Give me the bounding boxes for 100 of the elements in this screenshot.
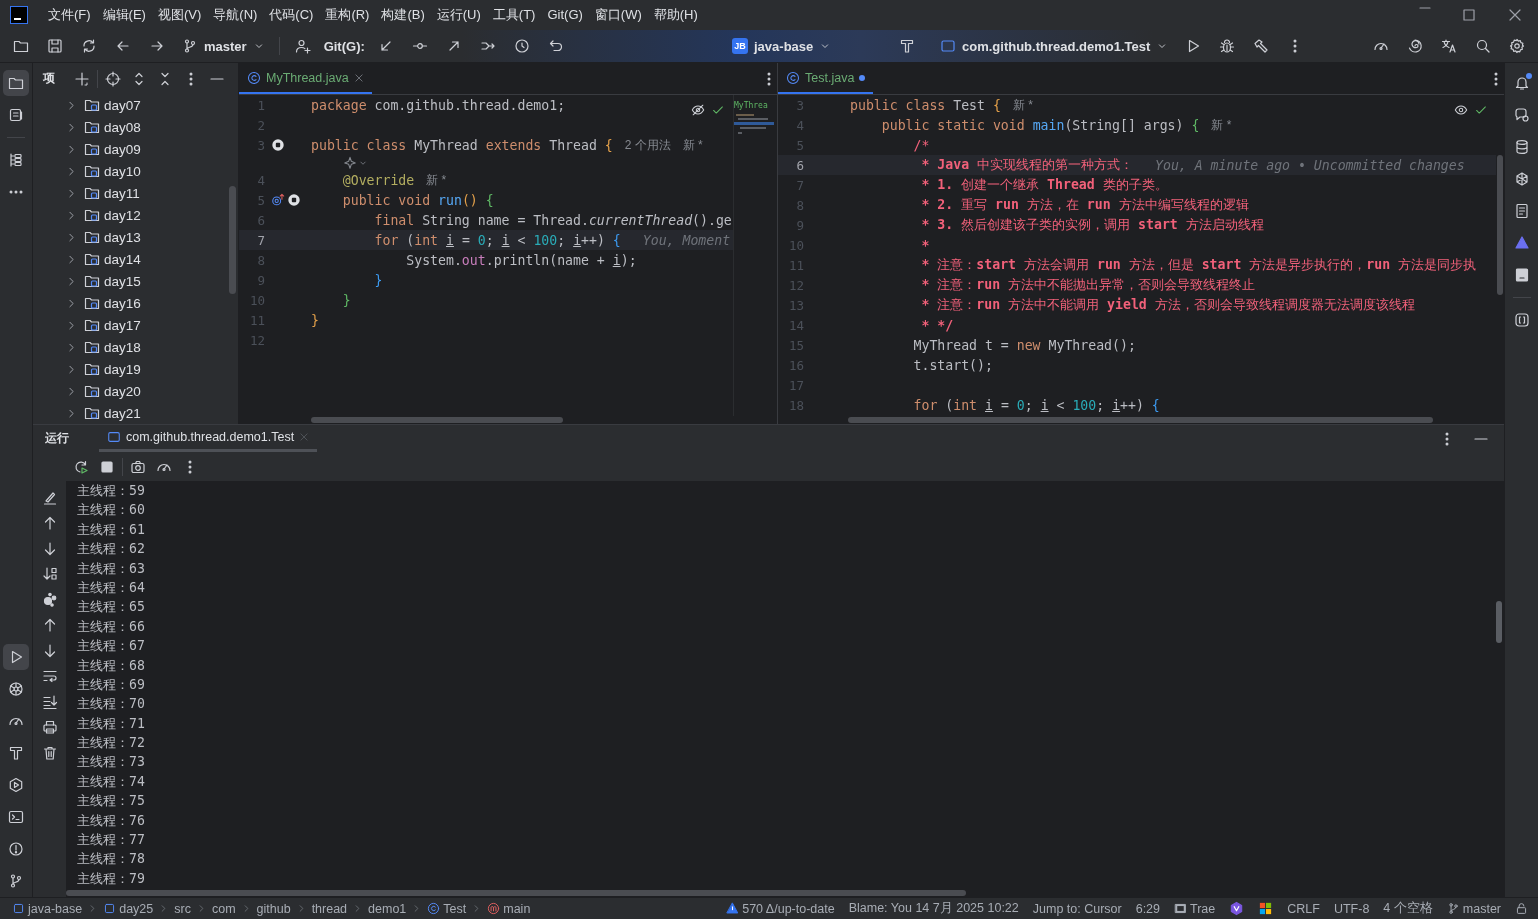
encoding[interactable]: UTF-8 [1333, 901, 1370, 916]
inlay-hint[interactable]: 新 * [682, 136, 703, 154]
ai-icon[interactable] [343, 155, 357, 170]
inlay-hint[interactable]: 新 * [1012, 96, 1033, 114]
tree-item[interactable]: day16 [104, 295, 141, 311]
console-line: 主线程：78 [77, 850, 146, 869]
menu-item[interactable]: 构建(B) [375, 0, 431, 30]
editor-tab[interactable]: Test.java [778, 63, 874, 94]
module-icon [12, 902, 25, 915]
stop-icon [99, 458, 115, 475]
check-icon[interactable] [1474, 103, 1488, 117]
project-icon [8, 75, 24, 91]
breadcrumb[interactable]: demo1 [366, 901, 409, 916]
breadcrumb[interactable]: com [209, 901, 238, 916]
scrollbar-thumb[interactable] [848, 417, 1433, 423]
minimap-drawing[interactable] [734, 113, 774, 137]
more-icon[interactable] [767, 71, 771, 86]
breadcrumb[interactable]: github [254, 901, 293, 916]
tree-item[interactable]: day18 [104, 339, 141, 355]
bug-icon [1219, 38, 1236, 54]
tree-item[interactable]: day08 [104, 119, 141, 135]
tool-window-button[interactable] [3, 70, 29, 96]
scrollbar-thumb[interactable] [1496, 601, 1502, 643]
editor-tab[interactable]: MyThread.java [239, 63, 372, 94]
breadcrumb[interactable]: Test [425, 901, 469, 916]
code-line: final String name = Thread.currentThread().ge [373, 212, 732, 228]
menu-item[interactable]: 视图(V) [151, 0, 208, 30]
blame-status[interactable]: Blame: You 14 7月 2025 10:22 [848, 900, 1019, 917]
more-icon[interactable] [1494, 71, 1498, 86]
menu-item[interactable]: 工具(T) [486, 0, 542, 30]
tree-item[interactable]: day12 [104, 207, 141, 223]
menu-item[interactable]: Git(G) [541, 0, 589, 30]
knot-icon [1513, 171, 1530, 187]
tree-item[interactable]: day10 [104, 163, 141, 179]
vcs-status[interactable]: 570 Δ/up-to-date [726, 901, 835, 916]
menu-item[interactable]: 导航(N) [207, 0, 264, 30]
scrollbar-thumb[interactable] [229, 186, 236, 294]
tee-icon [899, 38, 915, 54]
override-icon[interactable] [271, 193, 285, 207]
breadcrumb[interactable]: day25 [101, 901, 156, 916]
menu-item[interactable]: 代码(C) [263, 0, 320, 30]
lock-icon[interactable] [1515, 902, 1528, 915]
inlay-hint[interactable]: 新 * [426, 171, 447, 189]
plugin-status[interactable]: Trae [1174, 901, 1216, 916]
menu-item[interactable]: 重构(R) [319, 0, 376, 30]
indent-setting[interactable]: 4 个空格 [1383, 900, 1433, 917]
menu-item[interactable]: 编辑(E) [96, 0, 152, 30]
app-logo-icon[interactable] [10, 6, 28, 24]
maximize-icon[interactable] [1461, 7, 1477, 23]
line-ending[interactable]: CRLF [1287, 901, 1320, 916]
tree-item[interactable]: day15 [104, 273, 141, 289]
branch-status[interactable]: master [1446, 901, 1501, 916]
hidden-eye-icon[interactable] [691, 103, 705, 117]
module-folder-icon [84, 405, 100, 421]
branch-selector[interactable]: master [174, 33, 273, 59]
tree-item[interactable]: day11 [104, 185, 140, 201]
breadcrumb[interactable]: src [172, 901, 193, 916]
menu-item[interactable]: 运行(U) [430, 0, 487, 30]
close-icon[interactable] [1507, 7, 1523, 23]
menu-item[interactable]: 窗口(W) [588, 0, 648, 30]
code-line: * 2. 重写 run 方法，在 run 方法中编写线程的逻辑 [920, 196, 1249, 214]
stop-icon[interactable] [287, 193, 301, 207]
hexagon-icon[interactable] [1229, 901, 1245, 916]
tool-window-button[interactable] [3, 644, 29, 670]
run-tab[interactable]: com.github.thread.demo1.Test [99, 425, 318, 452]
tree-item[interactable]: day09 [104, 141, 141, 157]
tree-item[interactable]: day17 [104, 317, 141, 333]
inlay-hint[interactable]: 2 个用法 [624, 136, 671, 154]
menu-item[interactable]: 帮助(H) [647, 0, 704, 30]
project-badge: JB [732, 38, 748, 54]
tree-item[interactable]: day07 [104, 97, 141, 113]
tree-item[interactable]: day21 [104, 405, 141, 421]
project-selector[interactable]: JB java-base [724, 33, 840, 59]
jump-status[interactable]: Jump to: Cursor [1032, 901, 1122, 916]
camera-icon [130, 458, 146, 475]
eye-icon[interactable] [1454, 103, 1468, 117]
breadcrumb[interactable]: thread [309, 901, 350, 916]
scrollbar-thumb[interactable] [311, 417, 563, 423]
console-line: 主线程：72 [77, 734, 146, 753]
cursor-position[interactable]: 6:29 [1135, 901, 1161, 916]
tree-item[interactable]: day13 [104, 229, 141, 245]
tree-item[interactable]: day20 [104, 383, 141, 399]
branch-icon [1446, 902, 1460, 915]
tree-item[interactable]: day14 [104, 251, 141, 267]
windows-logo-icon[interactable] [1258, 901, 1274, 916]
console-line: 主线程：68 [77, 656, 146, 675]
close-icon[interactable] [353, 72, 364, 83]
scrollbar-thumb[interactable] [1497, 155, 1503, 295]
menu-item[interactable]: 文件(F) [42, 0, 97, 30]
run-config-selector[interactable]: com.github.thread.demo1.Test [932, 33, 1177, 59]
panel-title: 项 [43, 70, 55, 87]
code-line: public void run() { [341, 192, 494, 208]
breadcrumb[interactable]: main [485, 901, 533, 916]
check-icon[interactable] [711, 103, 725, 117]
inlay-hint[interactable]: 新 * [1211, 116, 1232, 134]
breadcrumb[interactable]: java-base [10, 901, 85, 916]
tree-item[interactable]: day19 [104, 361, 141, 377]
scrollbar-thumb[interactable] [66, 890, 966, 896]
document-icon [1513, 203, 1530, 219]
stop-icon[interactable] [271, 138, 285, 152]
